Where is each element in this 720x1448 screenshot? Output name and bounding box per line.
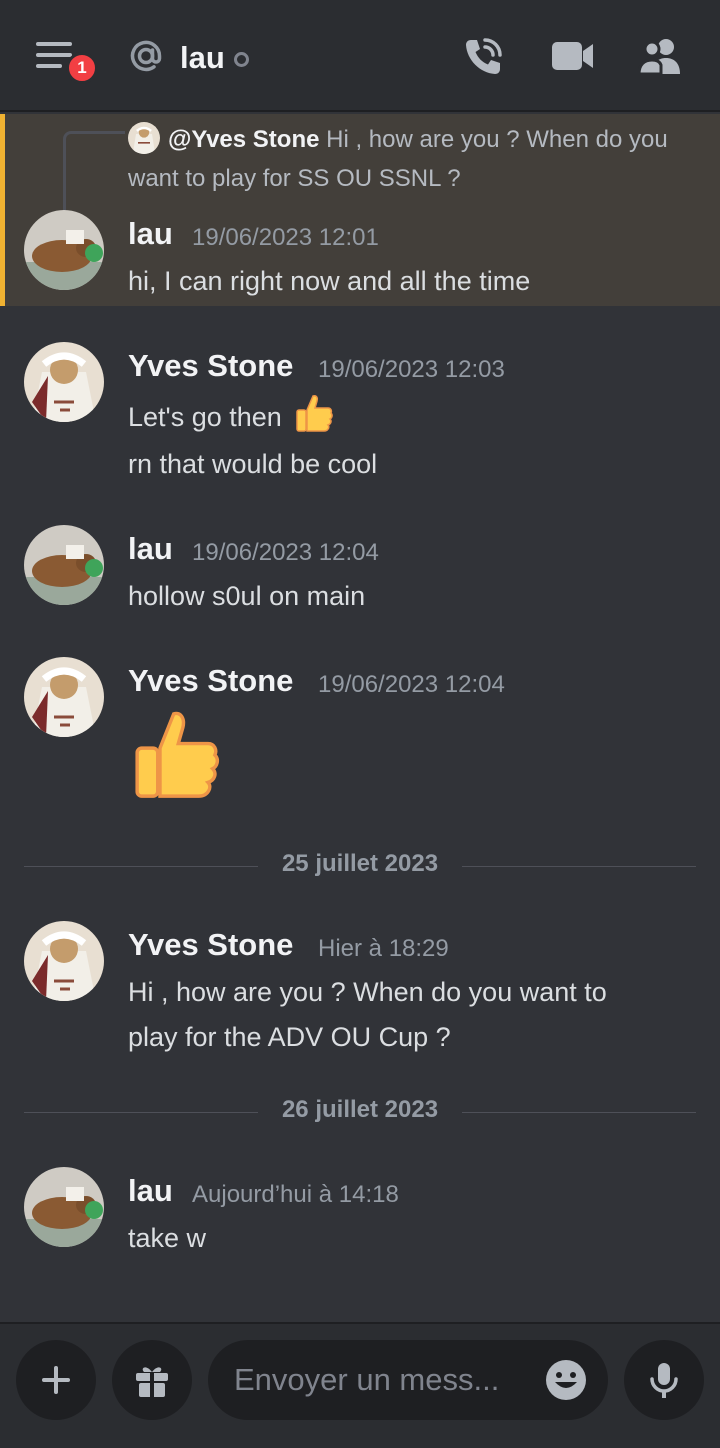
message-timestamp: 19/06/2023 12:03	[318, 356, 505, 383]
message-timestamp: 19/06/2023 12:04	[318, 671, 505, 698]
at-icon	[130, 40, 162, 72]
message-composer[interactable]	[208, 1340, 608, 1420]
message-input[interactable]	[234, 1358, 534, 1402]
menu-button[interactable]: 1	[36, 40, 100, 88]
message-author[interactable]: lau	[128, 531, 173, 567]
channel-title[interactable]: lau	[180, 40, 225, 76]
message-author[interactable]: Yves Stone	[128, 927, 293, 963]
message-timestamp: Hier à 18:29	[318, 935, 449, 962]
video-camera-icon[interactable]	[552, 38, 594, 74]
plus-icon	[42, 1366, 70, 1394]
avatar-yves-stone[interactable]	[24, 657, 104, 737]
avatar-lau[interactable]	[24, 1167, 104, 1247]
avatar-yves-stone[interactable]	[24, 921, 104, 1001]
gift-button[interactable]	[112, 1340, 192, 1420]
voice-message-button[interactable]	[624, 1340, 704, 1420]
message-text: Hi , how are you ? When do you want to	[128, 977, 607, 1007]
date-divider: 26 juillet 2023	[24, 1092, 696, 1132]
gift-icon	[136, 1367, 168, 1397]
message-author[interactable]: Yves Stone	[128, 348, 293, 384]
members-icon[interactable]	[638, 36, 682, 76]
avatar-lau[interactable]	[24, 525, 104, 605]
reply-avatar	[128, 122, 160, 154]
message-author[interactable]: lau	[128, 1173, 173, 1209]
add-attachment-button[interactable]	[16, 1340, 96, 1420]
offline-status-icon	[234, 52, 249, 67]
avatar-yves-stone[interactable]	[24, 342, 104, 422]
channel-header: 1 lau	[0, 0, 720, 112]
thumbs-up-emoji-icon	[296, 395, 334, 432]
emoji-picker-icon[interactable]	[544, 1358, 588, 1402]
notification-badge: 1	[66, 52, 98, 84]
message-text: play for the ADV OU Cup ?	[128, 1022, 451, 1052]
thumbs-up-emoji-icon	[135, 711, 220, 798]
reply-connector	[63, 131, 125, 211]
message-timestamp: 19/06/2023 12:01	[192, 224, 379, 251]
date-divider: 25 juillet 2023	[24, 846, 696, 886]
reply-mention: @Yves Stone	[168, 126, 320, 153]
reply-preview[interactable]: @Yves Stone Hi , how are you ? When do y…	[128, 120, 698, 198]
message-timestamp: 19/06/2023 12:04	[192, 539, 379, 566]
message-timestamp: Aujourd’hui à 14:18	[192, 1181, 399, 1208]
message-text: take w	[128, 1223, 207, 1253]
date-divider-label: 25 juillet 2023	[281, 850, 439, 877]
message-text: hi, I can right now and all the time	[128, 266, 531, 296]
message-text: Let's go then	[128, 392, 335, 440]
message-author[interactable]: Yves Stone	[128, 663, 293, 699]
avatar-lau[interactable]	[24, 210, 104, 290]
message-line: Let's go then	[128, 402, 282, 432]
phone-call-icon[interactable]	[462, 36, 504, 78]
date-divider-label: 26 juillet 2023	[281, 1096, 439, 1123]
message-text: hollow s0ul on main	[128, 581, 366, 611]
microphone-icon	[650, 1363, 678, 1398]
message-text: rn that would be cool	[128, 449, 378, 479]
message-author[interactable]: lau	[128, 216, 173, 252]
